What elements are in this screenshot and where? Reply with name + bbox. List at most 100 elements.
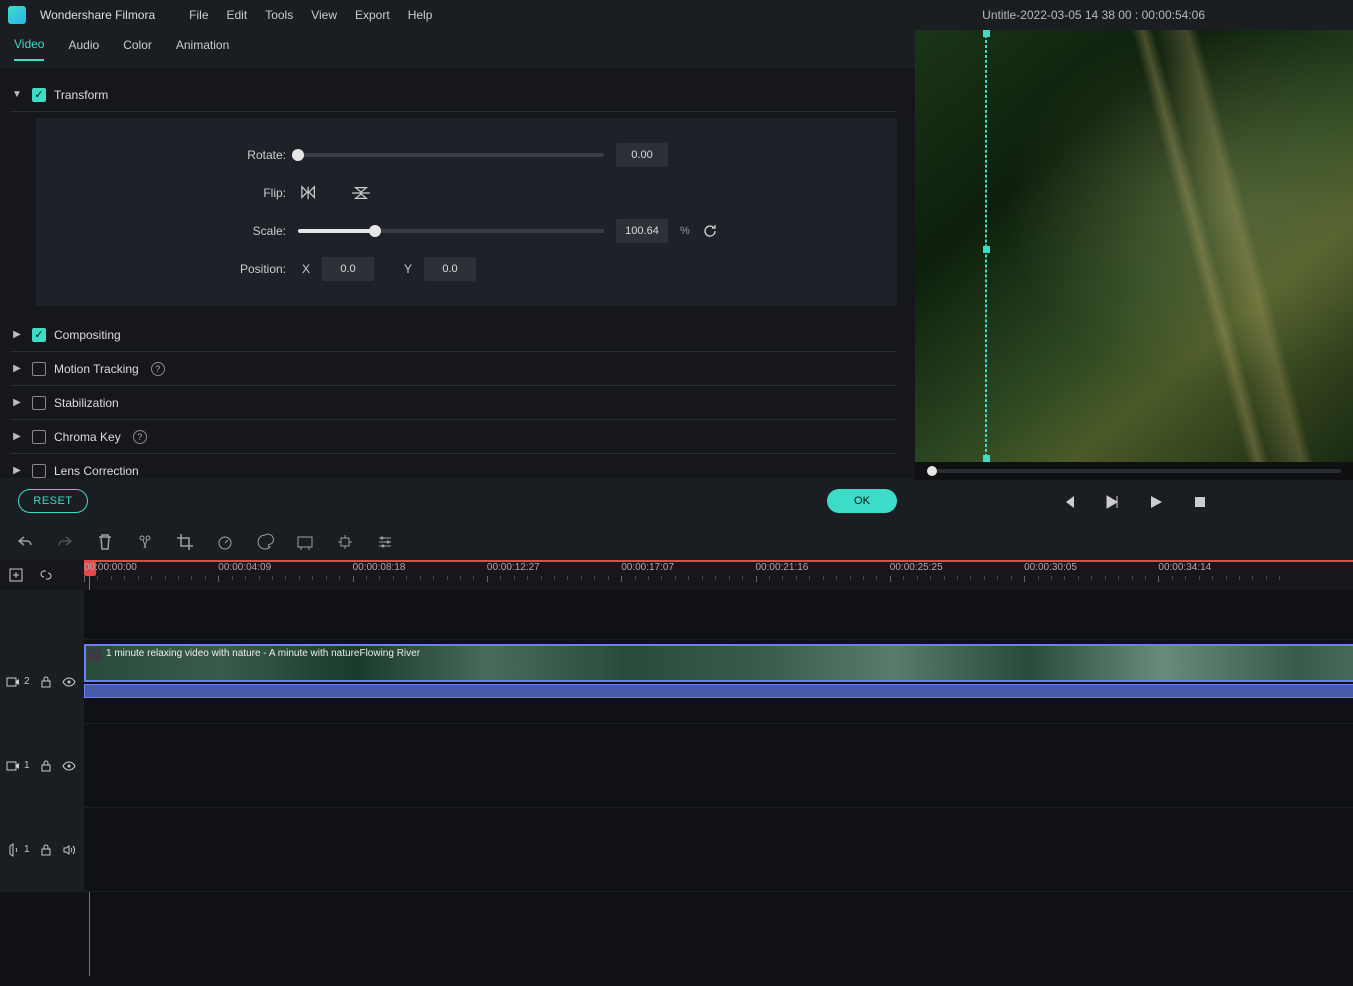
section-stabilization[interactable]: ▶ Stabilization [10, 386, 897, 420]
menu-view[interactable]: View [311, 8, 337, 22]
crop-icon[interactable] [176, 533, 194, 551]
color-icon[interactable] [256, 533, 274, 551]
video-track-icon [6, 675, 20, 689]
chevron-down-icon: ▼ [10, 89, 24, 100]
ok-button[interactable]: OK [827, 489, 897, 513]
split-icon[interactable] [136, 533, 154, 551]
timeline-toolbar [0, 524, 1353, 560]
checkbox-stabilization[interactable] [32, 396, 46, 410]
rotate-slider[interactable] [298, 153, 604, 157]
position-x-input[interactable] [322, 257, 374, 281]
track-video-1[interactable]: 1 [0, 724, 1353, 808]
track-audio-1[interactable]: 1 [0, 808, 1353, 892]
track-video-2[interactable]: 2 1 minute relaxing video with nature - … [0, 640, 1353, 724]
menu-export[interactable]: Export [355, 8, 390, 22]
menu-edit[interactable]: Edit [227, 8, 248, 22]
chevron-right-icon: ▶ [10, 397, 24, 408]
preview-progress[interactable] [927, 469, 1341, 473]
add-track-icon[interactable] [8, 567, 24, 583]
section-lens-correction[interactable]: ▶ Lens Correction [10, 454, 897, 478]
eye-icon[interactable] [62, 676, 76, 688]
position-y-label: Y [404, 262, 412, 276]
section-chroma-key[interactable]: ▶ Chroma Key ? [10, 420, 897, 454]
tab-audio[interactable]: Audio [68, 38, 99, 60]
preview-marker[interactable] [985, 30, 987, 462]
clip-audio-lane[interactable] [84, 684, 1353, 698]
prev-frame-button[interactable] [1060, 494, 1076, 510]
section-transform-label: Transform [54, 88, 108, 102]
green-screen-icon[interactable] [296, 533, 314, 551]
speed-icon[interactable] [216, 533, 234, 551]
timeline-spacer [0, 590, 1353, 640]
section-motion-tracking-label: Motion Tracking [54, 362, 139, 376]
position-y-input[interactable] [424, 257, 476, 281]
timeline-tracks: 2 1 minute relaxing video with nature - … [0, 590, 1353, 986]
checkbox-chroma-key[interactable] [32, 430, 46, 444]
lock-icon[interactable] [40, 844, 52, 856]
rotate-input[interactable] [616, 143, 668, 167]
ruler-tick: 00:00:17:07 [621, 562, 674, 573]
checkbox-lens-correction[interactable] [32, 464, 46, 478]
menu-tools[interactable]: Tools [265, 8, 293, 22]
help-icon[interactable]: ? [133, 430, 147, 444]
chevron-right-icon: ▶ [10, 329, 24, 340]
checkbox-motion-tracking[interactable] [32, 362, 46, 376]
checkbox-compositing[interactable]: ✓ [32, 328, 46, 342]
section-motion-tracking[interactable]: ▶ Motion Tracking ? [10, 352, 897, 386]
timeline-ruler-row: 00:00:00:00 00:00:04:09 00:00:08:18 00:00:1… [0, 560, 1353, 590]
properties-footer: RESET OK [0, 478, 915, 524]
tab-color[interactable]: Color [123, 38, 152, 60]
main-menu: File Edit Tools View Export Help [189, 8, 432, 22]
keyframe-icon[interactable] [336, 533, 354, 551]
undo-icon[interactable] [16, 533, 34, 551]
menu-help[interactable]: Help [408, 8, 433, 22]
ruler-tick: 00:00:04:09 [218, 562, 271, 573]
stop-button[interactable] [1192, 494, 1208, 510]
flip-label: Flip: [60, 186, 286, 200]
play-pause-button[interactable] [1104, 494, 1120, 510]
app-name: Wondershare Filmora [40, 8, 155, 22]
tab-animation[interactable]: Animation [176, 38, 229, 60]
position-label: Position: [60, 262, 286, 276]
timeline-clip[interactable]: 1 minute relaxing video with nature - A … [84, 644, 1353, 682]
scale-slider[interactable] [298, 229, 604, 233]
lock-icon[interactable] [40, 676, 52, 688]
reset-button[interactable]: RESET [18, 489, 88, 513]
section-transform[interactable]: ▼ ✓ Transform [10, 78, 897, 112]
settings-icon[interactable] [376, 533, 394, 551]
reset-scale-icon[interactable] [702, 223, 718, 239]
track-index: 2 [24, 676, 30, 687]
section-compositing[interactable]: ▶ ✓ Compositing [10, 318, 897, 352]
position-x-label: X [302, 262, 310, 276]
ruler-tick: 00:00:08:18 [353, 562, 406, 573]
preview-viewport[interactable] [915, 30, 1353, 462]
play-button[interactable] [1148, 494, 1164, 510]
scale-input[interactable] [616, 219, 668, 243]
delete-icon[interactable] [96, 533, 114, 551]
flip-vertical-icon[interactable] [350, 185, 372, 201]
redo-icon[interactable] [56, 533, 74, 551]
section-lens-correction-label: Lens Correction [54, 464, 139, 478]
flip-horizontal-icon[interactable] [298, 185, 320, 201]
help-icon[interactable]: ? [151, 362, 165, 376]
ruler-tick: 00:00:12:27 [487, 562, 540, 573]
link-icon[interactable] [38, 567, 54, 583]
lock-icon[interactable] [40, 760, 52, 772]
transform-body: Rotate: Flip: Scale: [36, 118, 897, 306]
tab-video[interactable]: Video [14, 37, 44, 61]
project-title: Untitle-2022-03-05 14 38 00 : 00:00:54:0… [982, 8, 1205, 22]
preview-panel [915, 30, 1353, 524]
ruler-tick: 00:00:34:14 [1158, 562, 1211, 573]
video-track-icon [6, 759, 20, 773]
speaker-icon[interactable] [62, 844, 76, 856]
timeline-panel: 00:00:00:00 00:00:04:09 00:00:08:18 00:00:1… [0, 524, 1353, 986]
titlebar: Wondershare Filmora File Edit Tools View… [0, 0, 1353, 30]
menu-file[interactable]: File [189, 8, 208, 22]
checkbox-transform[interactable]: ✓ [32, 88, 46, 102]
ruler-tick: 00:00:00:00 [84, 562, 137, 573]
timeline-ruler[interactable]: 00:00:00:00 00:00:04:09 00:00:08:18 00:00:1… [84, 560, 1353, 590]
playback-controls [915, 480, 1353, 524]
eye-icon[interactable] [62, 760, 76, 772]
preview-progress-row [915, 462, 1353, 480]
chevron-right-icon: ▶ [10, 465, 24, 476]
